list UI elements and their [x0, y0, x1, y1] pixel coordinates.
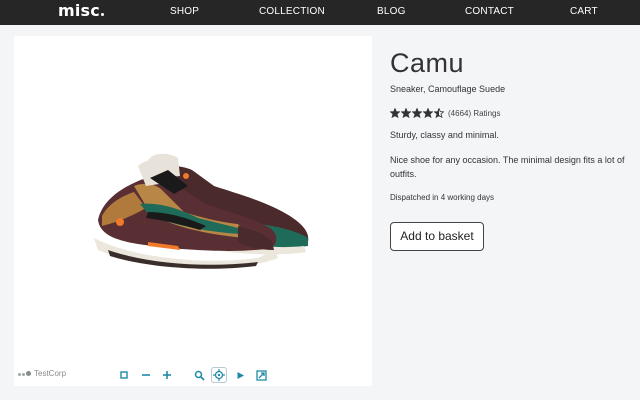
logo-text: misc — [58, 1, 100, 20]
fullscreen-icon[interactable] — [253, 367, 269, 383]
product-title: Camu — [390, 48, 465, 78]
nav-collection[interactable]: COLLECTION — [259, 6, 325, 17]
watermark: TestCorp — [18, 369, 66, 378]
sneaker-product-image — [94, 153, 309, 269]
add-to-basket-button[interactable]: Add to basket — [390, 222, 484, 251]
star-full-icon — [412, 108, 422, 118]
watermark-text: TestCorp — [34, 369, 67, 378]
product-subtitle: Sneaker, Camouflage Suede — [390, 84, 506, 94]
testcorp-logo-icon — [18, 369, 32, 378]
product-tagline: Sturdy, classy and minimal. — [390, 130, 499, 140]
star-full-icon — [423, 108, 433, 118]
star-rating — [390, 108, 445, 118]
nav-shop[interactable]: SHOP — [170, 6, 199, 17]
magnifier-icon[interactable] — [191, 367, 207, 383]
product-description: Nice shoe for any occasion. The minimal … — [390, 155, 625, 179]
zoom-out-icon[interactable] — [138, 367, 154, 383]
product-image-viewer[interactable]: TestCorp — [14, 36, 372, 386]
top-navbar: misc SHOP COLLECTION BLOG CONTACT CART — [0, 0, 640, 25]
logo-dot — [100, 13, 104, 16]
dispatch-info: Dispatched in 4 working days — [390, 193, 495, 202]
rating-count: (4664) Ratings — [448, 108, 501, 118]
nav-contact[interactable]: CONTACT — [465, 6, 514, 17]
nav-cart[interactable]: CART — [570, 6, 598, 17]
zoom-in-icon[interactable] — [159, 367, 175, 383]
star-full-icon — [401, 108, 411, 118]
fit-icon[interactable] — [116, 367, 132, 383]
nav-blog[interactable]: BLOG — [377, 6, 406, 17]
pan-crosshair-icon[interactable] — [211, 367, 227, 383]
play-icon[interactable] — [232, 367, 248, 383]
star-full-icon — [390, 108, 400, 118]
star-half-icon — [434, 108, 444, 118]
logo[interactable]: misc — [58, 1, 104, 20]
product-rating: (4664) Ratings — [390, 107, 500, 119]
